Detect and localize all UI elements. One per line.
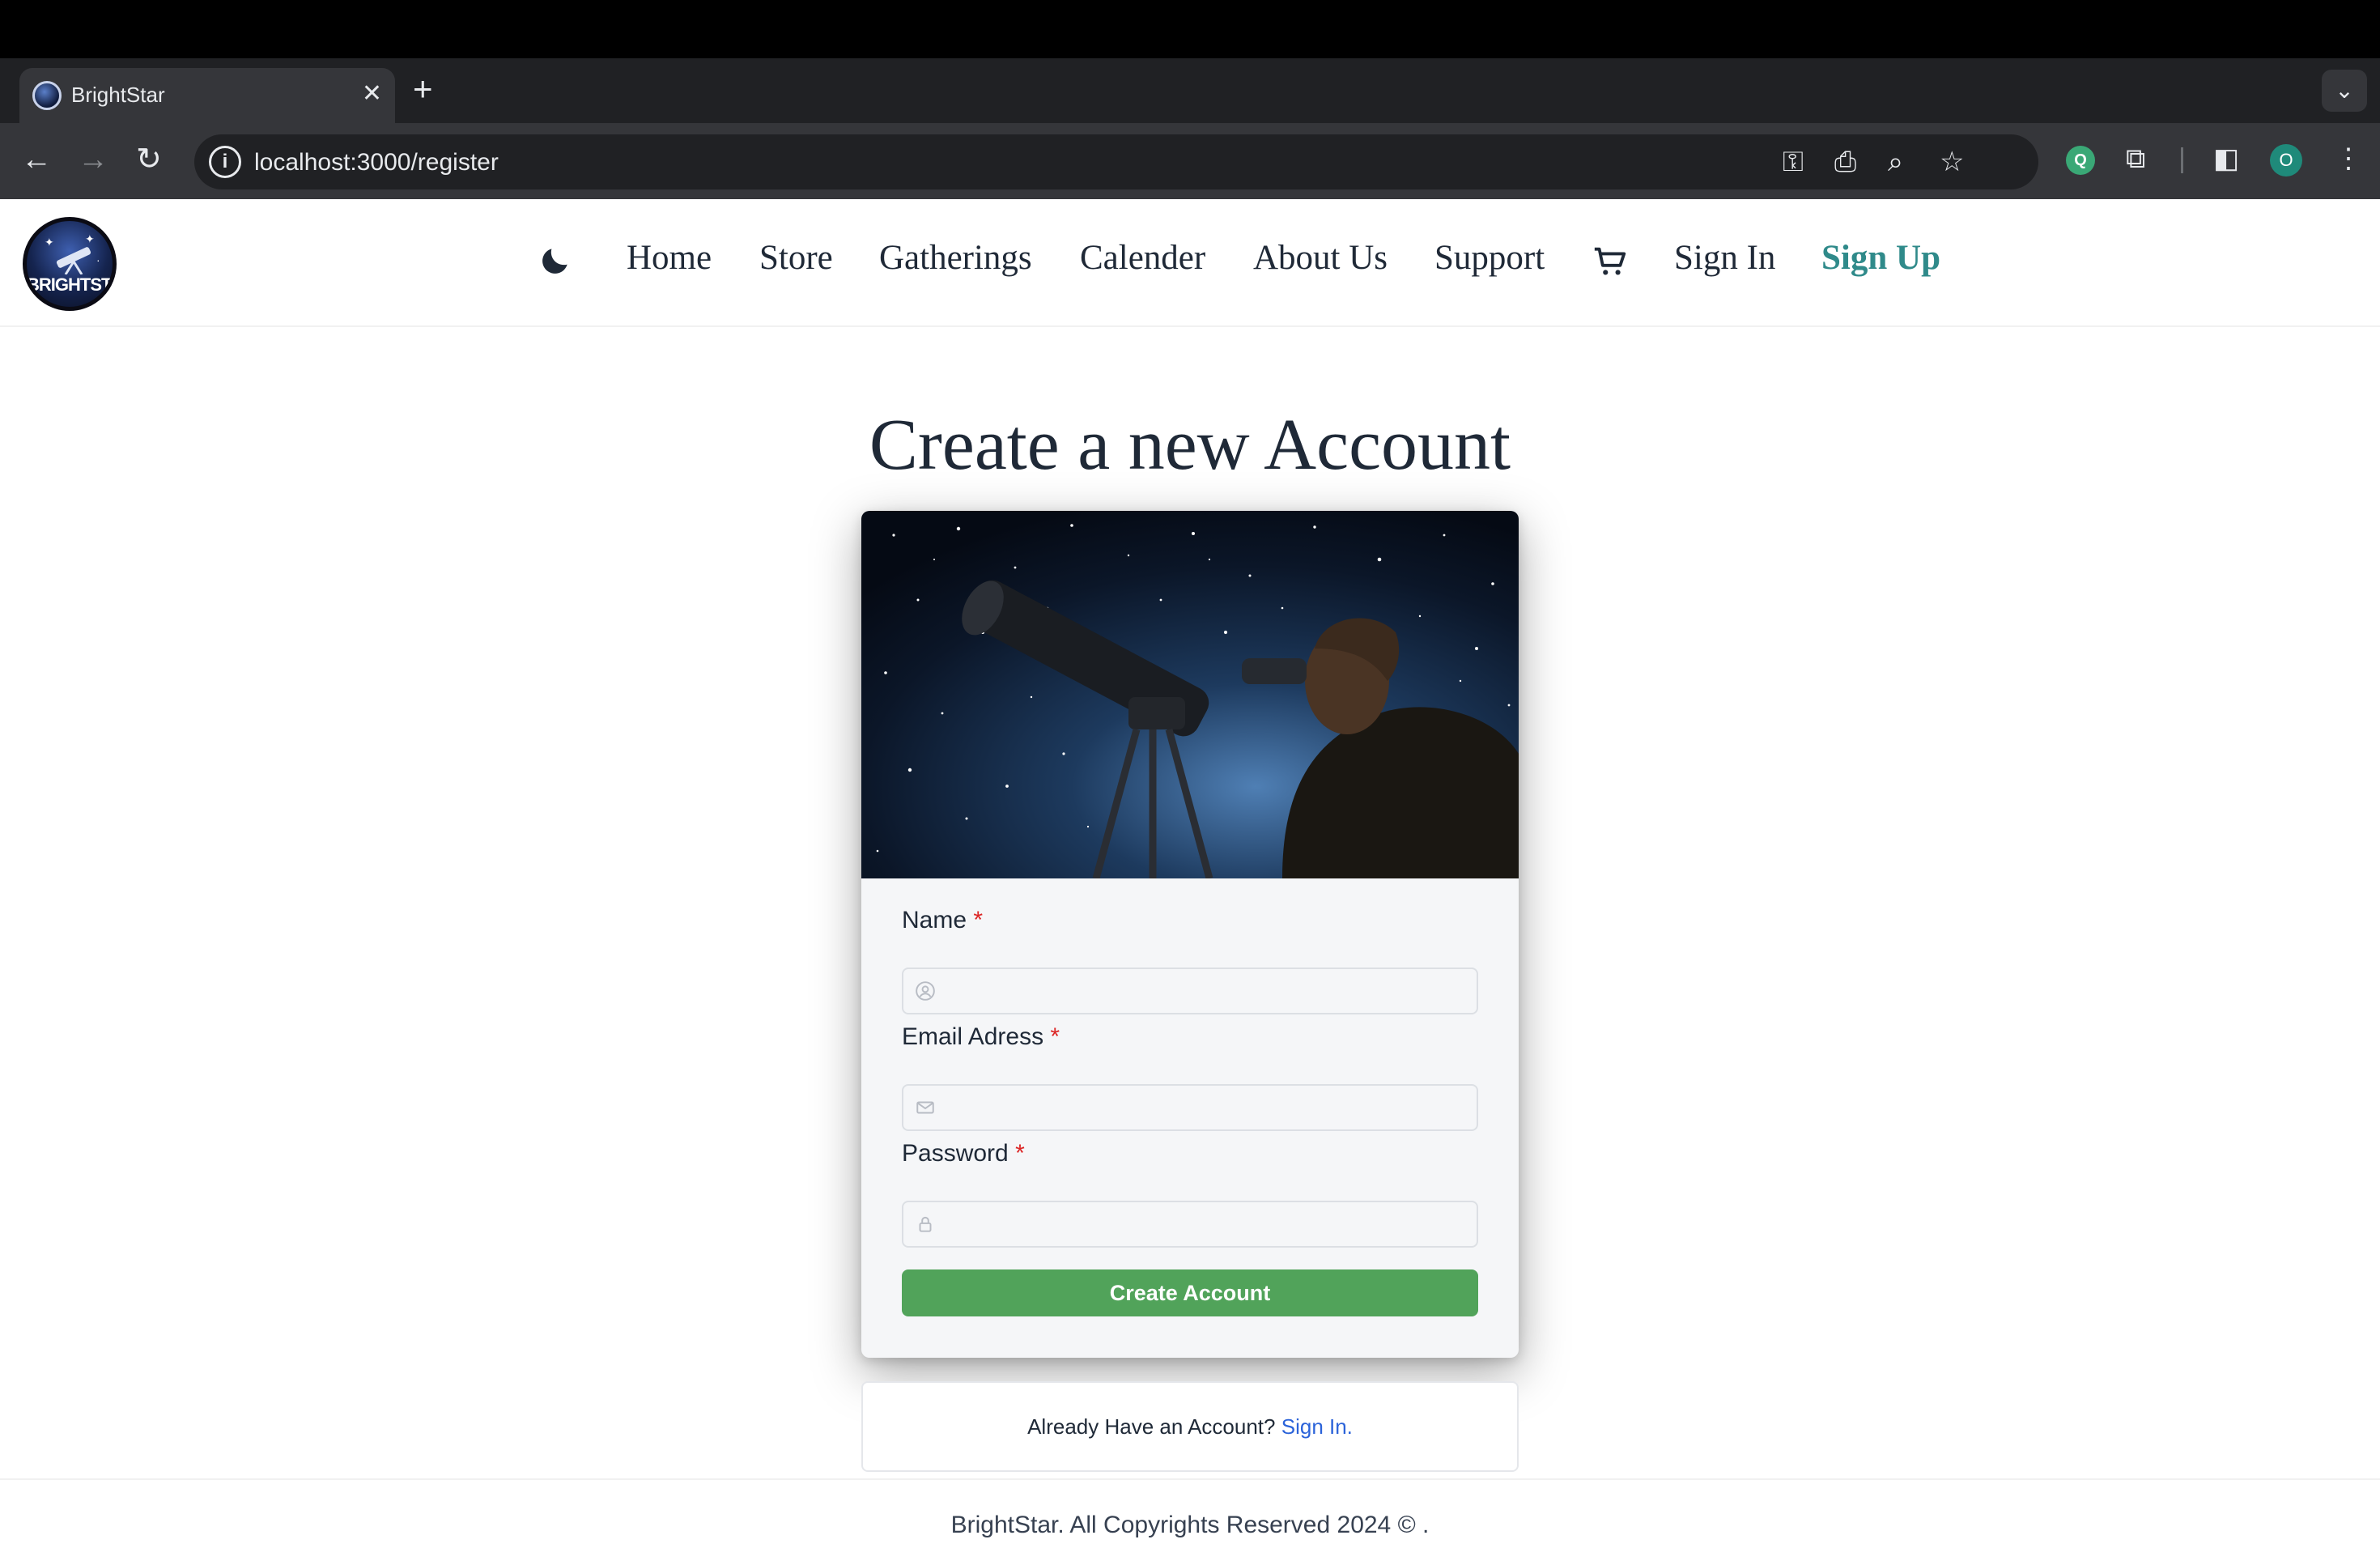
- window-titlebar: [0, 0, 2380, 58]
- nav-sign-up[interactable]: Sign Up: [1821, 236, 1940, 280]
- password-key-icon[interactable]: ⚿: [1783, 146, 1804, 178]
- create-account-button[interactable]: Create Account: [902, 1269, 1478, 1316]
- site-info-icon[interactable]: i: [209, 146, 241, 178]
- back-icon[interactable]: ←: [21, 141, 52, 178]
- nav-calender[interactable]: Calender: [1080, 236, 1205, 280]
- signin-link[interactable]: Sign In.: [1281, 1414, 1353, 1439]
- user-circle-icon: [916, 981, 935, 1001]
- nav-store[interactable]: Store: [759, 236, 833, 280]
- extension-icon[interactable]: Q: [2066, 146, 2095, 175]
- nav-home[interactable]: Home: [627, 236, 712, 280]
- email-input[interactable]: [902, 1084, 1478, 1131]
- tab-title: BrightStar: [71, 83, 165, 107]
- stargazer-telescope-image: [861, 511, 1519, 878]
- nav-gatherings[interactable]: Gatherings: [879, 236, 1032, 280]
- name-label: Name *: [902, 907, 984, 933]
- url-text[interactable]: localhost:3000/register: [254, 149, 499, 176]
- address-bar[interactable]: i localhost:3000/register ⚿ ⎙ ⌕ ☆: [194, 134, 2038, 189]
- toolbar-divider: [2181, 147, 2183, 173]
- footer-copyright: BrightStar. All Copyrights Reserved 2024…: [950, 1512, 1430, 1538]
- close-tab-icon[interactable]: ✕: [362, 79, 382, 108]
- signin-prompt-box: Already Have an Account? Sign In.: [861, 1381, 1519, 1472]
- browser-menu-icon[interactable]: ⋮: [2335, 142, 2362, 175]
- reload-icon[interactable]: ↻: [136, 141, 162, 178]
- name-input[interactable]: [902, 968, 1478, 1014]
- new-tab-icon[interactable]: +: [413, 70, 433, 108]
- side-panel-icon[interactable]: ◧: [2213, 142, 2239, 175]
- cart-icon[interactable]: [1592, 243, 1629, 280]
- extensions-puzzle-icon[interactable]: ⧉: [2126, 142, 2145, 175]
- nav-support[interactable]: Support: [1434, 236, 1545, 280]
- install-app-icon[interactable]: ⎙: [1834, 146, 1856, 178]
- zoom-icon[interactable]: ⌕: [1888, 146, 1903, 178]
- favicon-icon: [32, 81, 62, 110]
- profile-avatar[interactable]: O: [2270, 144, 2302, 176]
- site-header: ✦ ✦ · BRIGHTSTAR Home Store Gatherings C…: [0, 199, 2380, 327]
- password-input[interactable]: [902, 1201, 1478, 1248]
- password-label: Password *: [902, 1140, 1025, 1167]
- browser-tab[interactable]: BrightStar ✕: [19, 68, 395, 123]
- dark-mode-moon-icon[interactable]: [538, 243, 573, 279]
- bookmark-star-icon[interactable]: ☆: [1940, 146, 1964, 178]
- footer-divider: [0, 1478, 2380, 1480]
- logo-text: BRIGHTSTAR: [27, 274, 113, 295]
- signin-prompt-text: Already Have an Account?: [1027, 1414, 1276, 1439]
- page-title: Create a new Account: [869, 405, 1511, 485]
- tab-search-button[interactable]: ⌄: [2322, 70, 2367, 112]
- forward-icon[interactable]: →: [78, 141, 108, 178]
- brightstar-logo[interactable]: ✦ ✦ · BRIGHTSTAR: [23, 217, 117, 311]
- lock-icon: [919, 1216, 932, 1232]
- nav-sign-in[interactable]: Sign In: [1674, 236, 1775, 280]
- envelope-icon: [916, 1101, 934, 1114]
- register-card: Name * Email Adress * Password * Create …: [861, 511, 1519, 1358]
- nav-about-us[interactable]: About Us: [1253, 236, 1388, 280]
- email-label: Email Adress *: [902, 1023, 1060, 1050]
